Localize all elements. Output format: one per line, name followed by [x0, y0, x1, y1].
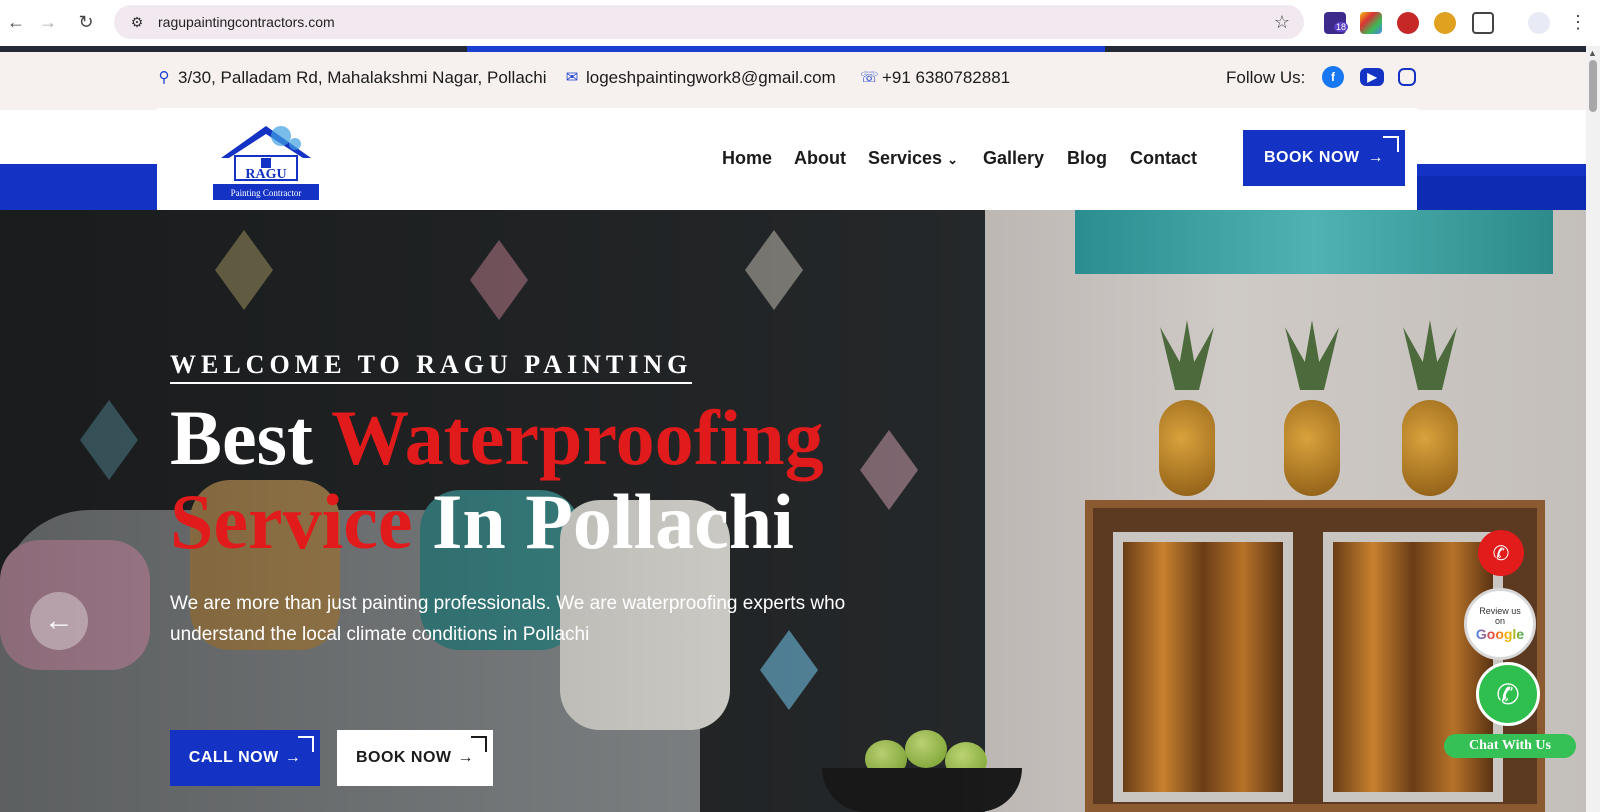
url-text: ragupaintingcontractors.com: [158, 14, 335, 30]
floating-call-button[interactable]: ✆: [1478, 530, 1524, 576]
whatsapp-button[interactable]: ✆: [1476, 662, 1540, 726]
pineapple-image: [1402, 400, 1458, 496]
follow-us-label: Follow Us:: [1226, 68, 1306, 87]
hero-slider: WELCOME TO RAGU PAINTING Best Waterproof…: [0, 210, 1586, 812]
button-corner-decoration: [471, 736, 487, 752]
google-logo: Google: [1476, 626, 1524, 642]
website: ⚲ 3/30, Palladam Rd, Mahalakshmi Nagar, …: [0, 46, 1586, 812]
hero-description: We are more than just painting professio…: [170, 593, 846, 645]
pineapple-image: [1159, 400, 1215, 496]
book-now-header-label: BOOK NOW: [1263, 149, 1360, 166]
chat-with-us-label[interactable]: Chat With Us: [1444, 734, 1576, 758]
nav-about[interactable]: About: [794, 148, 846, 169]
extension-badge-icon[interactable]: [1434, 12, 1456, 34]
site-header: RAGU Painting Contractor Home About Serv…: [157, 108, 1417, 210]
browser-toolbar: ← → ↻ ⚙ ragupaintingcontractors.com ☆ 18…: [0, 0, 1600, 46]
extension-s-icon[interactable]: [1397, 12, 1419, 34]
map-pin-icon: ⚲: [158, 69, 170, 86]
forward-icon[interactable]: →: [32, 6, 64, 38]
address-bar[interactable]: ⚙ ragupaintingcontractors.com ☆: [114, 5, 1304, 39]
page-scrollbar[interactable]: ▲: [1586, 46, 1600, 812]
phone-link[interactable]: +91 6380782881: [882, 68, 1010, 88]
cabinet-panel: [1323, 532, 1503, 802]
book-now-hero-button[interactable]: BOOK NOW →: [337, 730, 493, 786]
arrow-right-icon: →: [1367, 149, 1385, 166]
pineapple-image: [1284, 400, 1340, 496]
email-link[interactable]: logeshpaintingwork8@gmail.com: [586, 68, 836, 88]
call-now-label: CALL NOW: [188, 749, 279, 766]
google-review-line1: Review us: [1479, 606, 1521, 616]
google-brand-text: Google: [1475, 626, 1525, 642]
hero-welcome-text: WELCOME TO RAGU PAINTING: [170, 350, 693, 384]
site-info-icon[interactable]: ⚙: [126, 11, 148, 33]
hero-title-part1: Best: [170, 394, 332, 481]
scrollbar-thumb[interactable]: [1589, 60, 1597, 112]
browser-menu-icon[interactable]: ⋮: [1562, 6, 1594, 38]
button-corner-decoration: [1383, 136, 1399, 152]
svg-text:RAGU: RAGU: [245, 167, 286, 182]
extension-color-icon[interactable]: [1360, 12, 1382, 34]
email-info[interactable]: ✉ logeshpaintingwork8@gmail.com: [564, 68, 836, 88]
google-review-button[interactable]: Review us on Google: [1464, 588, 1536, 660]
svg-text:Painting Contractor: Painting Contractor: [231, 188, 302, 198]
nav-gallery[interactable]: Gallery: [983, 148, 1044, 169]
hero-title: Best Waterproofing Service In Pollachi: [170, 396, 930, 564]
ragu-logo[interactable]: RAGU Painting Contractor: [211, 118, 321, 202]
nav-contact[interactable]: Contact: [1130, 148, 1197, 169]
google-review-line2: on: [1494, 616, 1505, 626]
hero-title-highlight2: Service: [170, 478, 413, 565]
nav-home[interactable]: Home: [722, 148, 772, 169]
instagram-icon[interactable]: [1398, 68, 1416, 86]
bookmark-star-icon[interactable]: ☆: [1274, 12, 1290, 33]
phone-info[interactable]: ☏ +91 6380782881: [860, 68, 1010, 88]
profile-avatar-icon[interactable]: [1528, 12, 1550, 34]
chevron-down-icon: ⌄: [947, 152, 958, 167]
book-now-header-button[interactable]: BOOK NOW →: [1243, 130, 1405, 186]
book-now-hero-label: BOOK NOW: [355, 749, 452, 766]
cabinet-image: [1085, 500, 1545, 812]
facebook-icon[interactable]: f: [1322, 66, 1344, 88]
nav-blog[interactable]: Blog: [1067, 148, 1107, 169]
cabinet-panel: [1113, 532, 1293, 802]
address-info: ⚲ 3/30, Palladam Rd, Mahalakshmi Nagar, …: [156, 68, 547, 88]
youtube-icon[interactable]: ▶: [1360, 68, 1384, 86]
hero-title-part2: In Pollachi: [412, 478, 794, 565]
button-corner-decoration: [298, 736, 314, 752]
extensions-puzzle-icon[interactable]: [1472, 12, 1494, 34]
scroll-up-icon[interactable]: ▲: [1588, 48, 1597, 58]
slider-prev-arrow-icon[interactable]: ←: [30, 592, 88, 650]
whatsapp-icon: ✆: [1496, 678, 1520, 710]
wall-painting-image: [1075, 210, 1553, 274]
nav-services-label: Services: [868, 148, 943, 168]
hero-title-highlight1: Waterproofing: [331, 394, 824, 481]
back-icon[interactable]: ←: [0, 6, 32, 38]
reload-icon[interactable]: ↻: [70, 6, 102, 38]
phone-icon: ☏: [860, 69, 879, 86]
phone-icon: ✆: [1492, 542, 1510, 565]
extension-badge: 18: [1334, 22, 1349, 32]
mail-icon: ✉: [565, 69, 579, 86]
address-text: 3/30, Palladam Rd, Mahalakshmi Nagar, Po…: [178, 68, 547, 87]
nav-services[interactable]: Services ⌄: [868, 148, 958, 169]
call-now-button[interactable]: CALL NOW →: [170, 730, 320, 786]
extension-home-icon[interactable]: 18: [1324, 12, 1349, 34]
